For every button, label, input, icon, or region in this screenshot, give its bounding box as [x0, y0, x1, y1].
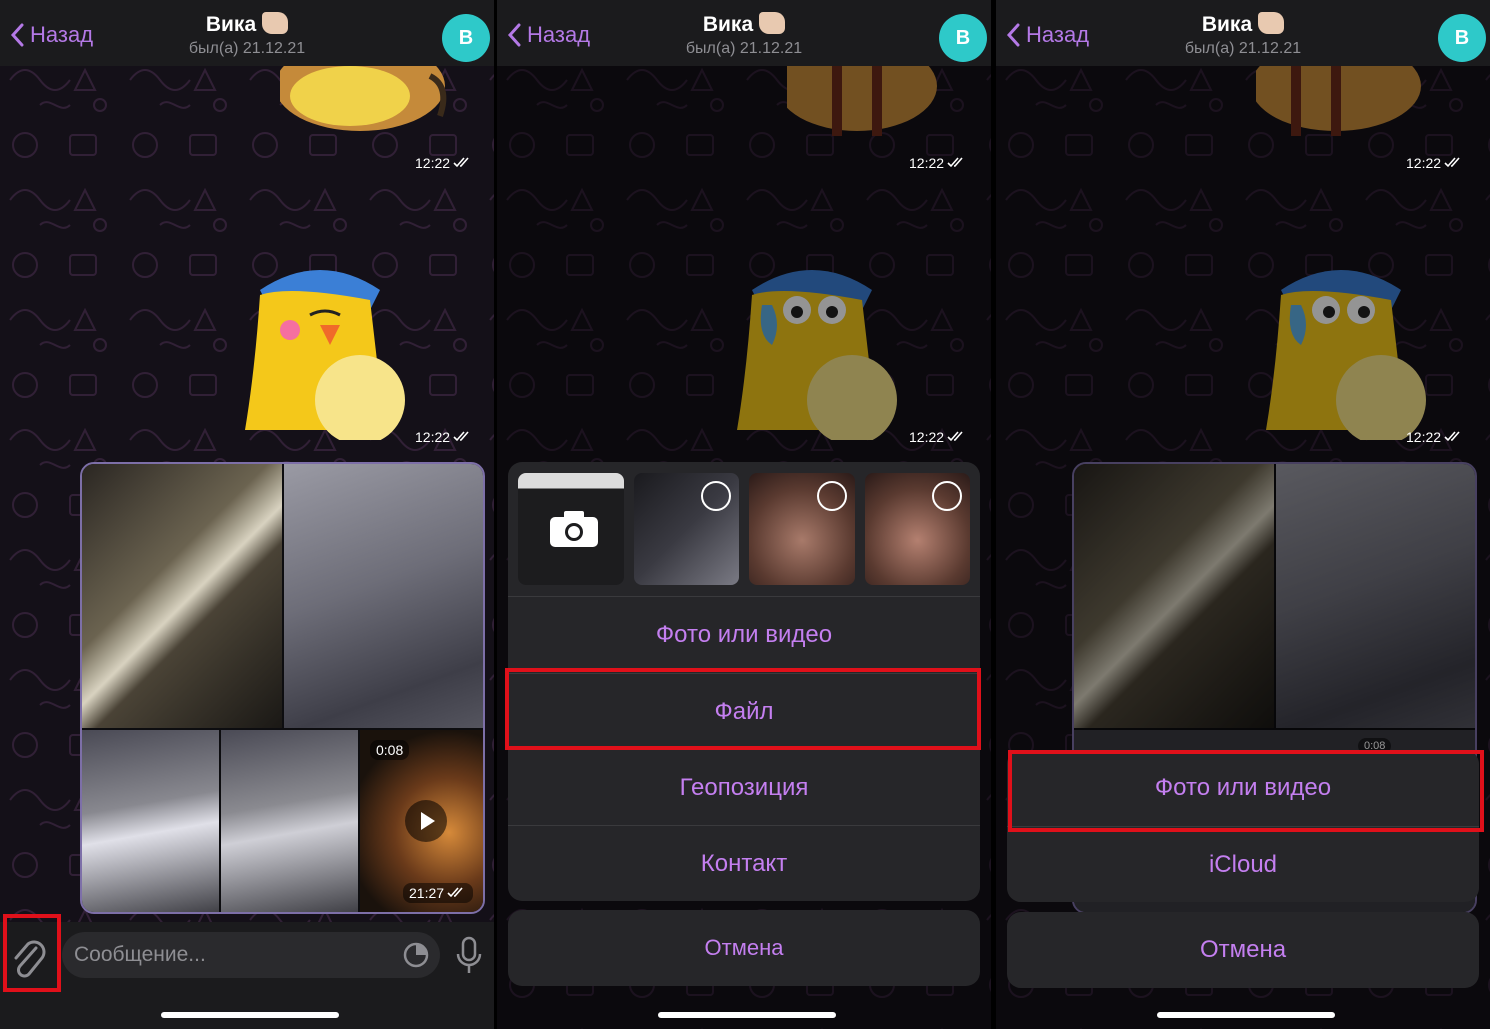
select-circle-icon[interactable] [816, 481, 847, 511]
avatar[interactable]: В [442, 14, 490, 62]
album-photo[interactable] [221, 730, 358, 912]
chat-header: Назад Вика был(а) 21.12.21 В [497, 0, 991, 66]
chat-screen: Назад Вика был(а) 21.12.21 В 12:22 12:22… [0, 0, 494, 1029]
photo-thumb[interactable] [633, 473, 739, 585]
cancel-button[interactable]: Отмена [1007, 912, 1479, 988]
last-seen-status: был(а) 21.12.21 [1184, 40, 1302, 57]
contact-name[interactable]: Вика [497, 12, 991, 37]
action-icloud[interactable]: iCloud [1007, 826, 1479, 902]
camera-icon [550, 511, 598, 547]
sticker-bird[interactable] [240, 250, 420, 440]
contact-name[interactable]: Вика [996, 12, 1490, 37]
message-input[interactable]: Сообщение... [62, 932, 440, 978]
photo-thumb[interactable] [749, 473, 855, 585]
message-time: 12:22 [1406, 429, 1464, 445]
read-checkmarks-icon [447, 887, 463, 898]
camera-thumb[interactable] [518, 473, 624, 585]
recent-photos [508, 462, 980, 597]
photo-album-message[interactable] [80, 462, 485, 914]
read-checkmarks-icon [1444, 431, 1460, 442]
chat-header: Назад Вика был(а) 21.12.21 В [996, 0, 1490, 66]
read-checkmarks-icon [947, 157, 963, 168]
contact-name-text: Вика [702, 13, 754, 36]
message-placeholder: Сообщение... [74, 943, 206, 966]
message-time: 12:22 [415, 155, 473, 171]
highlight-attach [3, 914, 61, 992]
highlight-file [505, 668, 981, 750]
cancel-button[interactable]: Отмена [508, 910, 980, 986]
read-checkmarks-icon [453, 431, 469, 442]
last-seen-status: был(а) 21.12.21 [685, 40, 803, 57]
attach-menu-screen: Назад Вика был(а) 21.12.21 В 12:22 12:22… [497, 0, 991, 1029]
hand-emoji-icon [262, 12, 289, 34]
action-photo-video[interactable]: Фото или видео [508, 597, 980, 673]
home-indicator [658, 1012, 836, 1018]
message-time: 12:22 [415, 429, 473, 445]
sticker-potato[interactable] [280, 66, 470, 146]
last-seen-status: был(а) 21.12.21 [188, 40, 306, 57]
avatar[interactable]: В [1438, 14, 1486, 62]
select-circle-icon[interactable] [701, 481, 731, 511]
message-time: 12:22 [909, 429, 967, 445]
sticker-icon[interactable] [402, 941, 430, 969]
message-time: 12:22 [909, 155, 967, 171]
microphone-icon[interactable] [454, 936, 484, 976]
hand-emoji-icon [1258, 12, 1285, 34]
read-checkmarks-icon [1444, 157, 1460, 168]
message-time: 12:22 [1406, 155, 1464, 171]
message-time: 21:27 [403, 883, 474, 903]
contact-name-text: Вика [1201, 13, 1253, 36]
read-checkmarks-icon [453, 157, 469, 168]
photo-thumb[interactable] [864, 473, 970, 585]
home-indicator [161, 1012, 339, 1018]
video-duration: 0:08 [370, 740, 410, 760]
file-source-screen: Назад Вика был(а) 21.12.21 В 12:22 12:22… [996, 0, 1490, 1029]
read-checkmarks-icon [947, 431, 963, 442]
contact-name[interactable]: Вика [0, 12, 494, 37]
album-photo[interactable] [82, 464, 282, 728]
album-photo[interactable] [82, 730, 219, 912]
album-photo[interactable] [284, 464, 483, 728]
select-circle-icon[interactable] [932, 481, 962, 511]
chat-header: Назад Вика был(а) 21.12.21 В [0, 0, 494, 66]
home-indicator [1157, 1012, 1335, 1018]
hand-emoji-icon [759, 12, 786, 34]
avatar[interactable]: В [939, 14, 987, 62]
action-location[interactable]: Геопозиция [508, 749, 980, 825]
play-icon[interactable] [405, 800, 447, 842]
highlight-photo-video [1008, 750, 1484, 832]
contact-name-text: Вика [205, 13, 257, 36]
action-contact[interactable]: Контакт [508, 825, 980, 901]
